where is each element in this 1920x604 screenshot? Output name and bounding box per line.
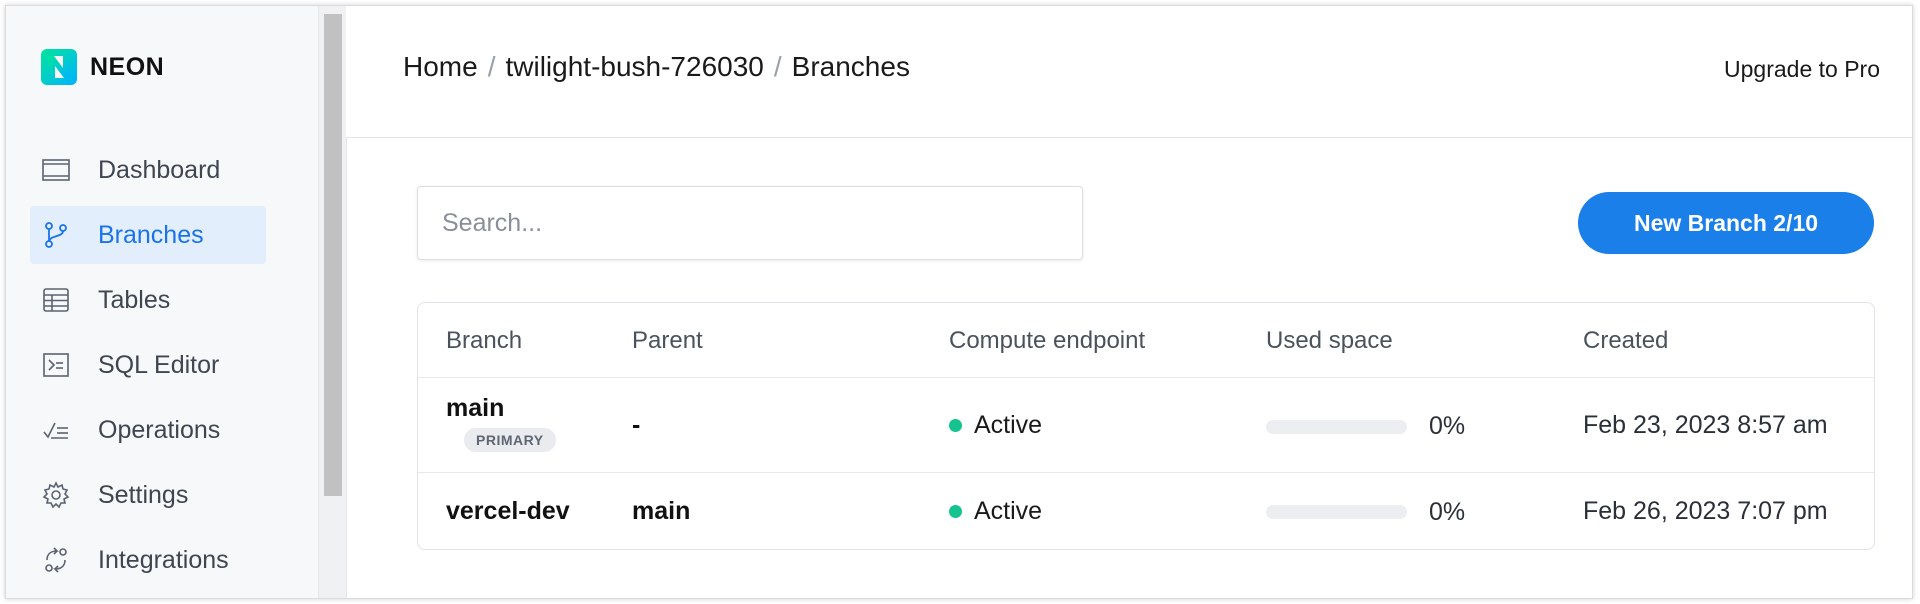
- used-space-value: 0%: [1429, 412, 1466, 440]
- sidebar-item-label: Dashboard: [98, 155, 221, 184]
- used-space-bar: [1266, 505, 1407, 519]
- sidebar-item-label: Settings: [98, 480, 189, 509]
- logo[interactable]: NEON: [40, 48, 164, 86]
- brand-name: NEON: [90, 52, 165, 81]
- upgrade-link[interactable]: Upgrade to Pro: [1724, 56, 1880, 83]
- new-branch-button[interactable]: New Branch 2/10: [1578, 192, 1874, 254]
- sidebar-item-tables[interactable]: Tables: [30, 271, 266, 329]
- branch-name-link[interactable]: main: [446, 394, 504, 423]
- sidebar-item-label: Tables: [98, 285, 171, 314]
- sidebar-item-label: SQL Editor: [98, 350, 220, 379]
- neon-logo-icon: [41, 49, 77, 85]
- table-header: Branch Parent Compute endpoint Used spac…: [418, 303, 1874, 378]
- search-input[interactable]: [418, 187, 1082, 259]
- table-icon: [40, 284, 72, 316]
- sidebar: NEON Dashboard Branches Tables SQL Edito…: [6, 6, 318, 598]
- sidebar-scrollbar[interactable]: [318, 6, 347, 598]
- sidebar-item-label: Operations: [98, 415, 221, 444]
- branches-table: Branch Parent Compute endpoint Used spac…: [417, 302, 1875, 550]
- sidebar-item-operations[interactable]: Operations: [30, 401, 266, 459]
- status-dot-icon: [949, 419, 962, 432]
- operations-icon: [40, 414, 72, 446]
- breadcrumb-current: Branches: [791, 51, 910, 82]
- sidebar-nav: Dashboard Branches Tables SQL Editor Ope…: [30, 141, 266, 596]
- parent-branch: main: [632, 497, 691, 525]
- dashboard-icon: [40, 154, 72, 186]
- column-header-parent: Parent: [632, 327, 703, 354]
- breadcrumb-separator: /: [773, 51, 782, 82]
- scrollbar-thumb[interactable]: [324, 14, 342, 496]
- sidebar-item-sql-editor[interactable]: SQL Editor: [30, 336, 266, 394]
- endpoint-status-label: Active: [974, 411, 1043, 439]
- table-row[interactable]: main PRIMARY - Active 0% Feb 23, 2023 8:…: [418, 378, 1874, 473]
- app-window: NEON Dashboard Branches Tables SQL Edito…: [5, 5, 1913, 599]
- column-header-used-space: Used space: [1266, 327, 1393, 354]
- sidebar-item-branches[interactable]: Branches: [30, 206, 266, 264]
- used-space-value: 0%: [1429, 498, 1466, 526]
- endpoint-status-label: Active: [974, 497, 1043, 525]
- breadcrumb-separator: /: [487, 51, 496, 82]
- parent-branch: -: [632, 411, 641, 439]
- sidebar-item-integrations[interactable]: Integrations: [30, 531, 266, 589]
- search-box[interactable]: [417, 186, 1083, 260]
- sidebar-item-settings[interactable]: Settings: [30, 466, 266, 524]
- column-header-branch: Branch: [446, 327, 523, 354]
- page-header: Home / twilight-bush-726030 / Branches U…: [346, 6, 1912, 138]
- created-date: Feb 26, 2023 7:07 pm: [1583, 497, 1828, 525]
- column-header-compute-endpoint: Compute endpoint: [949, 327, 1146, 354]
- terminal-icon: [40, 349, 72, 381]
- sidebar-item-dashboard[interactable]: Dashboard: [30, 141, 266, 199]
- sidebar-item-label: Branches: [98, 220, 204, 249]
- breadcrumb-home[interactable]: Home: [403, 51, 478, 83]
- branch-name-link[interactable]: vercel-dev: [446, 497, 570, 526]
- gear-icon: [40, 479, 72, 511]
- endpoint-status: Active: [949, 411, 1042, 440]
- column-header-created: Created: [1583, 327, 1669, 354]
- status-dot-icon: [949, 505, 962, 518]
- breadcrumb-project[interactable]: twilight-bush-726030: [505, 51, 763, 83]
- primary-badge: PRIMARY: [464, 428, 556, 452]
- used-space-bar: [1266, 420, 1407, 434]
- sidebar-item-label: Integrations: [98, 545, 229, 574]
- branch-icon: [40, 219, 72, 251]
- created-date: Feb 23, 2023 8:57 am: [1583, 411, 1828, 439]
- table-row[interactable]: vercel-dev main Active 0% Feb 26, 2023 7…: [418, 473, 1874, 550]
- breadcrumb: Home / twilight-bush-726030 / Branches: [403, 51, 910, 83]
- endpoint-status: Active: [949, 497, 1042, 526]
- integrations-icon: [40, 544, 72, 576]
